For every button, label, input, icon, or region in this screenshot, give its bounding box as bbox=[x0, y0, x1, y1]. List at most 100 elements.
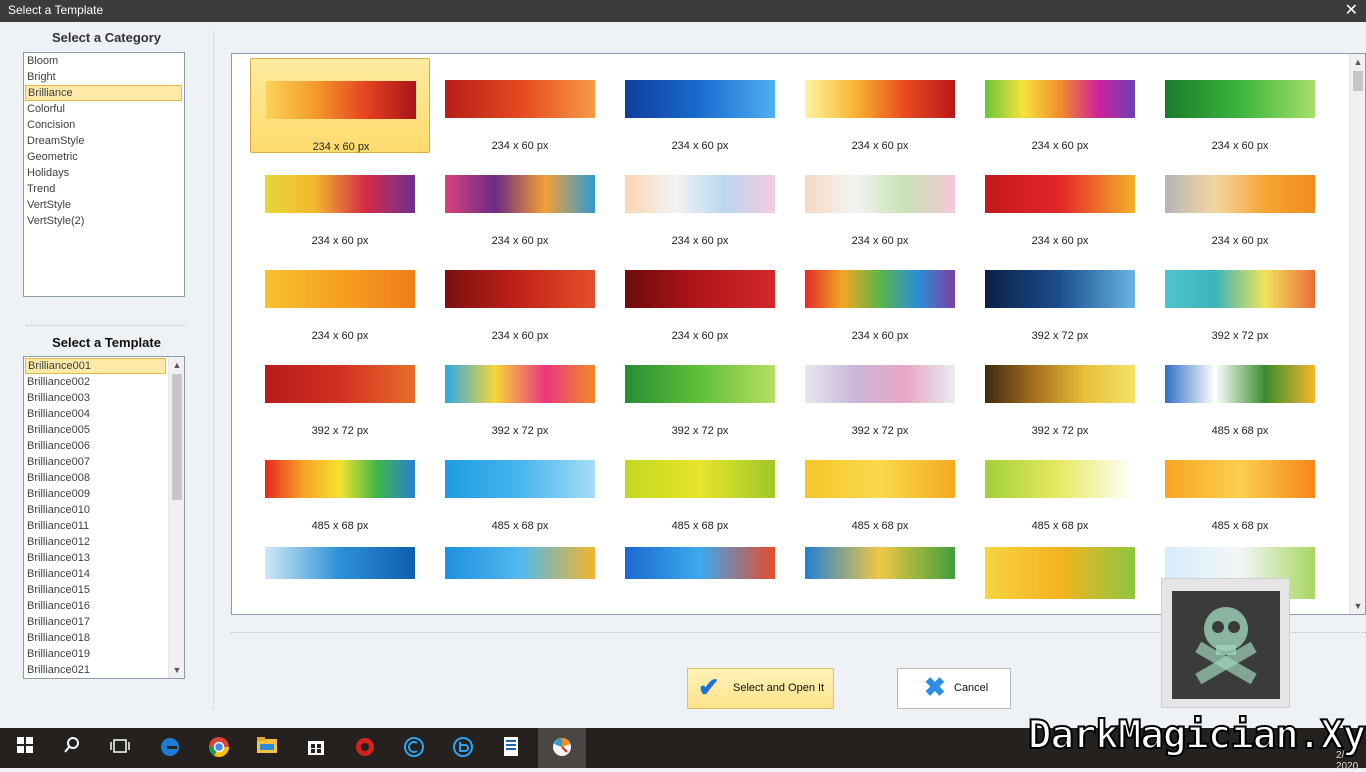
template-item[interactable]: Brilliance006 bbox=[25, 438, 167, 454]
template-item[interactable]: Brilliance010 bbox=[25, 502, 167, 518]
template-size-label: 485 x 68 px bbox=[671, 520, 729, 532]
template-item[interactable]: Brilliance002 bbox=[25, 374, 167, 390]
template-size-label: 234 x 60 px bbox=[491, 140, 549, 152]
template-item[interactable]: Brilliance008 bbox=[25, 470, 167, 486]
template-tile[interactable] bbox=[610, 533, 790, 614]
template-tile[interactable]: 234 x 60 px bbox=[250, 248, 430, 343]
template-item[interactable]: Brilliance001 bbox=[25, 358, 166, 374]
scroll-up-icon[interactable]: ▲ bbox=[169, 357, 184, 373]
cancel-label: Cancel bbox=[954, 682, 989, 694]
template-tile[interactable]: 234 x 60 px bbox=[610, 153, 790, 248]
template-tile[interactable]: 485 x 68 px bbox=[250, 438, 430, 533]
category-item[interactable]: Brilliance bbox=[25, 85, 182, 101]
template-item[interactable]: Brilliance009 bbox=[25, 486, 167, 502]
app-b-icon[interactable] bbox=[450, 736, 476, 760]
template-item[interactable]: Brilliance011 bbox=[25, 518, 167, 534]
template-tile[interactable]: 234 x 60 px bbox=[790, 58, 970, 153]
category-item[interactable]: VertStyle bbox=[25, 197, 184, 213]
template-item[interactable]: Brilliance003 bbox=[25, 390, 167, 406]
template-tile[interactable]: 485 x 68 px bbox=[430, 438, 610, 533]
template-tile[interactable]: 234 x 60 px bbox=[250, 58, 430, 153]
template-item[interactable]: Brilliance012 bbox=[25, 534, 167, 550]
category-item[interactable]: Concision bbox=[25, 117, 184, 133]
task-view-icon[interactable] bbox=[107, 736, 133, 760]
gallery-scrollbar[interactable]: ▲ ▼ bbox=[1349, 54, 1365, 614]
template-size-label: 234 x 60 px bbox=[1211, 140, 1269, 152]
active-app-icon[interactable] bbox=[549, 736, 575, 760]
template-item[interactable]: Brilliance004 bbox=[25, 406, 167, 422]
template-item[interactable]: Brilliance005 bbox=[25, 422, 167, 438]
template-tile[interactable]: 234 x 60 px bbox=[610, 58, 790, 153]
template-tile[interactable]: 234 x 60 px bbox=[250, 153, 430, 248]
template-tile[interactable]: 392 x 72 px bbox=[970, 343, 1150, 438]
template-tile[interactable]: 234 x 60 px bbox=[1150, 153, 1330, 248]
scroll-down-icon[interactable]: ▼ bbox=[169, 662, 184, 678]
template-tile[interactable]: 392 x 72 px bbox=[970, 248, 1150, 343]
category-item[interactable]: Holidays bbox=[25, 165, 184, 181]
template-size-label: 485 x 68 px bbox=[491, 520, 549, 532]
chrome-icon[interactable] bbox=[206, 736, 232, 760]
select-and-open-button[interactable]: ✔ Select and Open It bbox=[687, 668, 834, 709]
template-item[interactable]: Brilliance016 bbox=[25, 598, 167, 614]
app-c-icon[interactable] bbox=[401, 736, 427, 760]
category-item[interactable]: Colorful bbox=[25, 101, 184, 117]
template-gallery[interactable]: 234 x 60 px 234 x 60 px 234 x 60 px 234 x 6… bbox=[231, 53, 1366, 615]
category-list[interactable]: Bloom Bright Brilliance Colorful Concision Dr… bbox=[23, 52, 185, 297]
category-item[interactable]: VertStyle(2) bbox=[25, 213, 184, 229]
template-tile[interactable]: 234 x 60 px bbox=[430, 58, 610, 153]
template-tile[interactable] bbox=[970, 533, 1150, 614]
template-tile[interactable]: 234 x 60 px bbox=[430, 153, 610, 248]
template-thumbnail bbox=[445, 270, 595, 308]
template-tile[interactable]: 392 x 72 px bbox=[610, 343, 790, 438]
search-icon[interactable] bbox=[59, 736, 85, 760]
template-tile[interactable]: 234 x 60 px bbox=[970, 153, 1150, 248]
category-item[interactable]: Trend bbox=[25, 181, 184, 197]
category-item[interactable]: Geometric bbox=[25, 149, 184, 165]
template-tile[interactable]: 392 x 72 px bbox=[430, 343, 610, 438]
file-explorer-icon[interactable] bbox=[254, 736, 280, 760]
template-item[interactable]: Brilliance019 bbox=[25, 646, 167, 662]
template-tile[interactable]: 234 x 60 px bbox=[790, 153, 970, 248]
template-tile[interactable]: 392 x 72 px bbox=[790, 343, 970, 438]
edge-icon[interactable] bbox=[157, 736, 183, 760]
scroll-thumb[interactable] bbox=[1353, 71, 1363, 91]
template-item[interactable]: Brilliance017 bbox=[25, 614, 167, 630]
template-item[interactable]: Brilliance013 bbox=[25, 550, 167, 566]
template-item[interactable]: Brilliance021 bbox=[25, 662, 167, 678]
template-tile[interactable]: 234 x 60 px bbox=[1150, 58, 1330, 153]
template-tile[interactable]: 234 x 60 px bbox=[790, 248, 970, 343]
app-red-icon[interactable] bbox=[352, 736, 378, 760]
cancel-button[interactable]: ✖ Cancel bbox=[897, 668, 1011, 709]
template-tile[interactable]: 234 x 60 px bbox=[970, 58, 1150, 153]
scroll-up-icon[interactable]: ▲ bbox=[1350, 54, 1365, 70]
document-icon[interactable] bbox=[498, 736, 524, 760]
store-icon[interactable] bbox=[303, 736, 329, 760]
template-tile[interactable]: 485 x 68 px bbox=[970, 438, 1150, 533]
template-tile[interactable]: 485 x 68 px bbox=[610, 438, 790, 533]
template-item[interactable]: Brilliance014 bbox=[25, 566, 167, 582]
template-item[interactable]: Brilliance007 bbox=[25, 454, 167, 470]
category-item[interactable]: DreamStyle bbox=[25, 133, 184, 149]
category-item[interactable]: Bloom bbox=[25, 53, 184, 69]
template-tile[interactable] bbox=[430, 533, 610, 614]
windows-icon[interactable] bbox=[12, 736, 38, 760]
template-tile[interactable]: 234 x 60 px bbox=[610, 248, 790, 343]
category-item[interactable]: Bright bbox=[25, 69, 184, 85]
template-tile[interactable]: 392 x 72 px bbox=[1150, 248, 1330, 343]
template-list-scrollbar[interactable]: ▲ ▼ bbox=[168, 357, 184, 678]
template-thumbnail bbox=[625, 460, 775, 498]
template-list[interactable]: Brilliance001 Brilliance002 Brilliance003 B… bbox=[23, 356, 185, 679]
template-size-label: 234 x 60 px bbox=[491, 235, 549, 247]
template-tile[interactable]: 485 x 68 px bbox=[1150, 438, 1330, 533]
template-tile[interactable] bbox=[250, 533, 430, 614]
template-tile[interactable]: 234 x 60 px bbox=[430, 248, 610, 343]
template-tile[interactable]: 485 x 68 px bbox=[790, 438, 970, 533]
template-tile[interactable]: 392 x 72 px bbox=[250, 343, 430, 438]
template-tile[interactable]: 485 x 68 px bbox=[1150, 343, 1330, 438]
scroll-thumb[interactable] bbox=[172, 374, 182, 500]
template-item[interactable]: Brilliance018 bbox=[25, 630, 167, 646]
close-icon[interactable]: ✕ bbox=[1345, 0, 1358, 20]
template-item[interactable]: Brilliance015 bbox=[25, 582, 167, 598]
scroll-down-icon[interactable]: ▼ bbox=[1350, 598, 1365, 614]
template-tile[interactable] bbox=[790, 533, 970, 614]
